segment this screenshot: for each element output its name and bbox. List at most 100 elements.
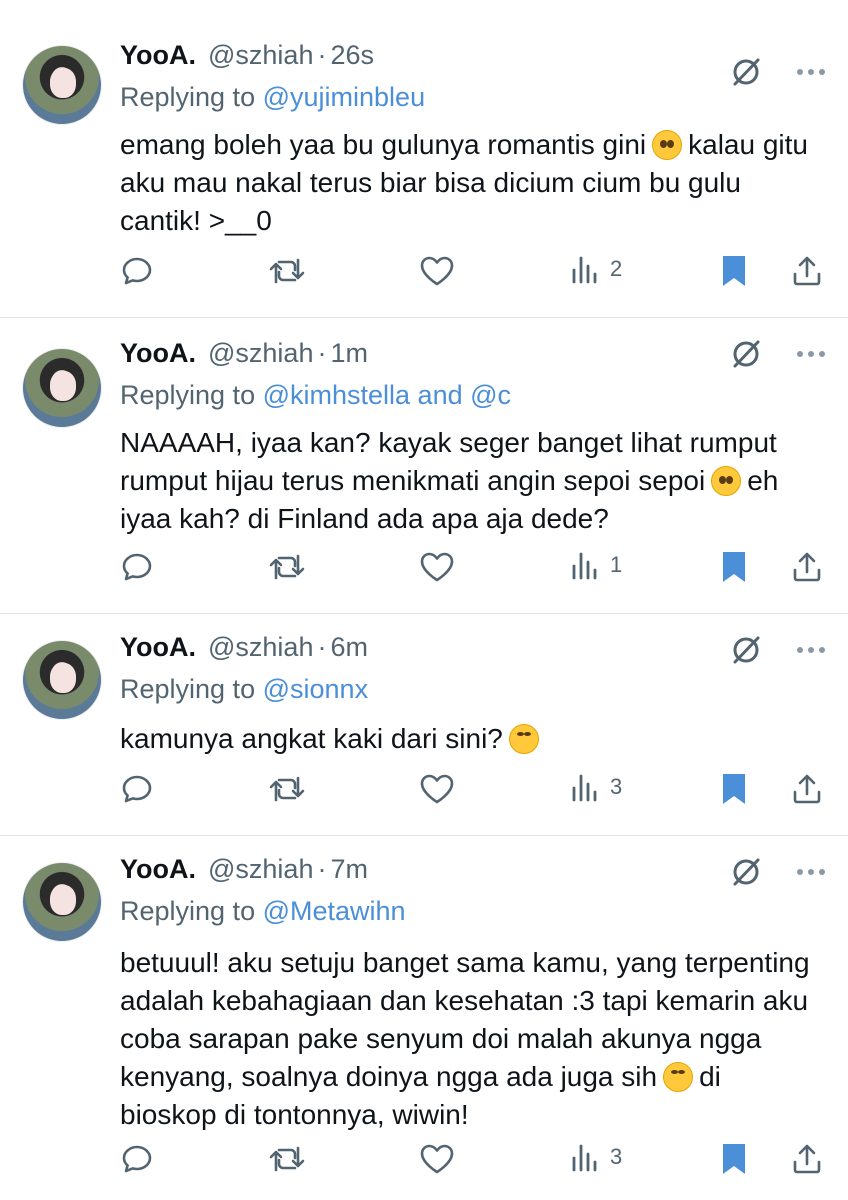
pleading-face-emoji <box>711 466 742 496</box>
retweet-button[interactable] <box>268 254 306 288</box>
tweet[interactable]: YooA. @szhiah · 6m Replying to @sionnx k… <box>0 614 848 836</box>
reply-icon <box>122 553 152 581</box>
grok-icon[interactable] <box>730 856 762 888</box>
tweet[interactable]: YooA. @szhiah · 26s Replying to @yujimin… <box>0 30 848 318</box>
timestamp[interactable]: 1m <box>330 338 368 369</box>
user-handle[interactable]: @szhiah <box>208 338 313 369</box>
tweet-header: YooA. @szhiah · 6m <box>120 632 368 672</box>
reply-button[interactable] <box>120 772 154 806</box>
avatar[interactable] <box>22 640 102 720</box>
bookmark-icon <box>723 256 745 286</box>
bookmark-icon <box>723 1144 745 1174</box>
more-options-icon[interactable] <box>796 350 826 358</box>
retweet-icon <box>269 258 305 284</box>
bookmark-icon <box>723 552 745 582</box>
avatar[interactable] <box>22 862 102 942</box>
views-icon <box>572 256 597 284</box>
heart-icon <box>420 1144 454 1174</box>
reply-button[interactable] <box>120 550 154 584</box>
grok-icon[interactable] <box>730 56 762 88</box>
like-button[interactable] <box>418 550 456 584</box>
display-name[interactable]: YooA. <box>120 632 196 663</box>
replying-to: Replying to @Metawihn <box>120 896 406 927</box>
mention-link[interactable]: @Metawihn <box>263 896 406 926</box>
retweet-button[interactable] <box>268 550 306 584</box>
more-options-icon[interactable] <box>796 868 826 876</box>
share-button[interactable] <box>790 1142 824 1176</box>
views-icon <box>572 1144 597 1172</box>
share-icon <box>793 774 821 804</box>
bookmark-button[interactable] <box>720 772 748 806</box>
tweet-header: YooA. @szhiah · 26s <box>120 40 374 80</box>
mention-link[interactable]: @kimhstella and @c <box>263 380 511 410</box>
share-button[interactable] <box>790 772 824 806</box>
bookmark-button[interactable] <box>720 1142 748 1176</box>
mention-link[interactable]: @yujiminbleu <box>263 82 425 112</box>
tweet[interactable]: YooA. @szhiah · 7m Replying to @Metawihn… <box>0 836 848 1200</box>
like-button[interactable] <box>418 1142 456 1176</box>
tweet-text-part: kamunya angkat kaki dari sini? <box>120 723 503 754</box>
display-name[interactable]: YooA. <box>120 338 196 369</box>
retweet-icon <box>269 1146 305 1172</box>
separator-dot: · <box>317 40 327 70</box>
replying-to-label: Replying to <box>120 674 256 704</box>
user-handle[interactable]: @szhiah <box>208 854 313 885</box>
like-button[interactable] <box>418 772 456 806</box>
avatar[interactable] <box>22 348 102 428</box>
share-button[interactable] <box>790 550 824 584</box>
views-button[interactable]: 1 <box>570 550 622 580</box>
reply-icon <box>122 257 152 285</box>
heart-icon <box>420 774 454 804</box>
retweet-button[interactable] <box>268 772 306 806</box>
share-icon <box>793 256 821 286</box>
tweet-text: NAAAAH, iyaa kan? kayak seger banget lih… <box>120 424 820 538</box>
share-icon <box>793 1144 821 1174</box>
views-button[interactable]: 2 <box>570 254 622 284</box>
timestamp[interactable]: 7m <box>330 854 368 885</box>
views-button[interactable]: 3 <box>570 772 622 802</box>
tweet-top-icons <box>730 634 826 666</box>
more-options-icon[interactable] <box>796 646 826 654</box>
reply-button[interactable] <box>120 1142 154 1176</box>
like-button[interactable] <box>418 254 456 288</box>
replying-to: Replying to @sionnx <box>120 674 368 705</box>
heart-icon <box>420 256 454 286</box>
more-options-icon[interactable] <box>796 68 826 76</box>
pleading-face-emoji <box>652 130 683 160</box>
display-name[interactable]: YooA. <box>120 854 196 885</box>
grok-icon[interactable] <box>730 634 762 666</box>
replying-to: Replying to @yujiminbleu <box>120 82 425 113</box>
grok-icon[interactable] <box>730 338 762 370</box>
reply-icon <box>122 775 152 803</box>
replying-to-label: Replying to <box>120 82 256 112</box>
bookmark-icon <box>723 774 745 804</box>
views-count: 1 <box>610 552 623 577</box>
user-handle[interactable]: @szhiah <box>208 632 313 663</box>
tweet-top-icons <box>730 56 826 88</box>
display-name[interactable]: YooA. <box>120 40 196 71</box>
views-count: 3 <box>610 774 623 799</box>
avatar[interactable] <box>22 45 102 125</box>
views-count: 3 <box>610 1144 623 1169</box>
reply-icon <box>122 1145 152 1173</box>
share-button[interactable] <box>790 254 824 288</box>
tweet-header: YooA. @szhiah · 1m <box>120 338 368 378</box>
action-bar: 3 <box>120 1142 825 1182</box>
bookmark-button[interactable] <box>720 254 748 288</box>
heart-icon <box>420 552 454 582</box>
retweet-button[interactable] <box>268 1142 306 1176</box>
timestamp[interactable]: 6m <box>330 632 368 663</box>
mention-link[interactable]: @sionnx <box>263 674 368 704</box>
replying-to-label: Replying to <box>120 380 256 410</box>
views-icon <box>572 552 597 580</box>
views-button[interactable]: 3 <box>570 1142 622 1172</box>
views-count: 2 <box>610 256 623 281</box>
reply-button[interactable] <box>120 254 154 288</box>
replying-to: Replying to @kimhstella and @c <box>120 380 511 411</box>
tweet[interactable]: YooA. @szhiah · 1m Replying to @kimhstel… <box>0 318 848 614</box>
bookmark-button[interactable] <box>720 550 748 584</box>
views-icon <box>572 774 597 802</box>
user-handle[interactable]: @szhiah <box>208 40 313 71</box>
timestamp[interactable]: 26s <box>330 40 374 71</box>
tweet-text: emang boleh yaa bu gulunya romantis gini… <box>120 126 820 240</box>
